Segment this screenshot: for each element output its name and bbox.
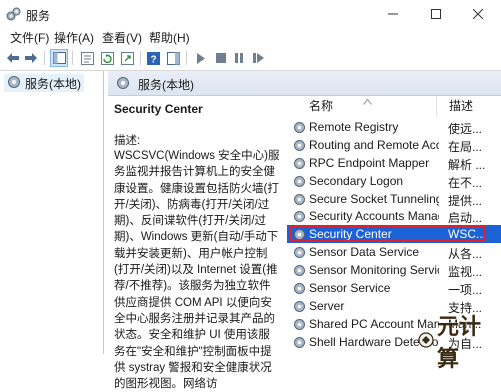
watermark: 元计算 xyxy=(418,309,501,373)
table-row[interactable]: RPC Endpoint Mapper 解析 ... xyxy=(287,154,501,172)
start-service-icon[interactable] xyxy=(192,49,210,67)
services-app-icon xyxy=(6,7,21,21)
tree-item-label: 服务(本地) xyxy=(25,76,81,91)
menu-help[interactable]: 帮助(H) xyxy=(147,29,192,46)
service-name: Routing and Remote Acc... xyxy=(309,137,439,152)
service-gear-icon xyxy=(293,336,306,352)
toolbar: ? xyxy=(0,46,501,71)
back-arrow-icon[interactable] xyxy=(4,49,22,67)
export-list-icon[interactable] xyxy=(118,49,136,67)
service-name: Sensor Data Service xyxy=(309,245,420,260)
menu-bar: 文件(F) 操作(A) 查看(V) 帮助(H) xyxy=(0,28,501,46)
restart-service-icon[interactable] xyxy=(250,49,268,67)
table-row[interactable]: Secure Socket Tunneling ... 提供... xyxy=(287,190,501,208)
svg-text:?: ? xyxy=(150,54,156,65)
column-header-name[interactable]: 名称 xyxy=(287,96,437,116)
close-button[interactable] xyxy=(458,3,498,25)
service-description: 一项... xyxy=(448,283,483,298)
table-row[interactable]: Routing and Remote Acc... 在局... xyxy=(287,136,501,154)
table-row[interactable]: Sensor Monitoring Service 监视... xyxy=(287,261,501,279)
menu-view[interactable]: 查看(V) xyxy=(100,29,144,46)
maximize-button[interactable] xyxy=(416,3,456,25)
service-description: 使远... xyxy=(448,122,483,136)
watermark-text: 元计算 xyxy=(437,314,482,371)
description-label: 描述: xyxy=(114,135,141,147)
watermark-logo-icon xyxy=(418,331,434,351)
table-row[interactable]: Secondary Logon 在不... xyxy=(287,172,501,190)
pause-service-icon[interactable] xyxy=(230,49,248,67)
table-row[interactable]: Sensor Data Service 从各... xyxy=(287,243,501,261)
services-gear-icon xyxy=(7,75,21,92)
service-gear-icon xyxy=(293,300,306,316)
service-description: 在局... xyxy=(448,139,483,154)
stop-service-icon[interactable] xyxy=(212,49,230,67)
service-name: Sensor Monitoring Service xyxy=(309,263,439,278)
service-gear-icon xyxy=(293,282,306,298)
service-title: Security Center xyxy=(114,102,203,116)
service-name: Secondary Logon xyxy=(309,173,404,188)
action-pane-icon[interactable] xyxy=(164,49,182,67)
tree-item-services-local[interactable]: 服务(本地) xyxy=(4,74,84,92)
description-text: WSCSVC(Windows 安全中心)服务监视并报告计算机上的安全健康设置。健… xyxy=(114,150,280,391)
table-row[interactable]: Sensor Service 一项... xyxy=(287,279,501,297)
table-row-selected[interactable]: Security Center WSC... xyxy=(287,225,501,244)
service-gear-icon xyxy=(293,121,306,137)
service-name: Secure Socket Tunneling ... xyxy=(309,191,439,206)
service-gear-icon xyxy=(293,157,306,173)
table-row[interactable]: Security Accounts Manag... 启动... xyxy=(287,207,501,225)
service-description: 提供... xyxy=(448,193,483,208)
service-gear-icon xyxy=(293,210,306,226)
show-console-tree-icon[interactable] xyxy=(50,49,68,67)
refresh-icon[interactable] xyxy=(98,49,116,67)
pane-header: 服务(本地) xyxy=(108,71,501,96)
minimize-button[interactable] xyxy=(373,3,413,25)
column-header-description[interactable]: 描述 xyxy=(443,96,501,116)
pane-header-label: 服务(本地) xyxy=(138,78,194,92)
service-name: RPC Endpoint Mapper xyxy=(309,155,430,170)
services-gear-icon xyxy=(116,76,130,93)
service-name: Sensor Service xyxy=(309,281,391,296)
console-tree: 服务(本地) xyxy=(0,71,104,354)
window-title: 服务 xyxy=(26,9,51,23)
service-gear-icon xyxy=(293,264,306,280)
forward-arrow-icon[interactable] xyxy=(22,49,40,67)
service-description: 监视... xyxy=(448,265,483,280)
table-row[interactable]: Remote Registry 使远... xyxy=(287,118,501,136)
highlight-box xyxy=(290,225,486,243)
service-description: 启动... xyxy=(448,211,483,226)
service-description: 从各... xyxy=(448,247,483,262)
description-pane: Security Center 描述: WSCSVC(Windows 安全中心)… xyxy=(108,96,282,390)
menu-action[interactable]: 操作(A) xyxy=(52,29,96,46)
title-bar: 服务 xyxy=(0,0,501,28)
service-description: 在不... xyxy=(448,175,483,190)
service-gear-icon xyxy=(293,175,306,191)
service-gear-icon xyxy=(293,246,306,262)
service-name: Security Accounts Manag... xyxy=(309,209,439,224)
help-icon[interactable]: ? xyxy=(144,49,162,67)
properties-icon[interactable] xyxy=(78,49,96,67)
service-gear-icon xyxy=(293,318,306,334)
service-gear-icon xyxy=(293,193,306,209)
service-gear-icon xyxy=(293,139,306,155)
menu-file[interactable]: 文件(F) xyxy=(8,29,51,46)
service-name: Remote Registry xyxy=(309,120,399,134)
service-description: 解析 ... xyxy=(448,157,486,172)
